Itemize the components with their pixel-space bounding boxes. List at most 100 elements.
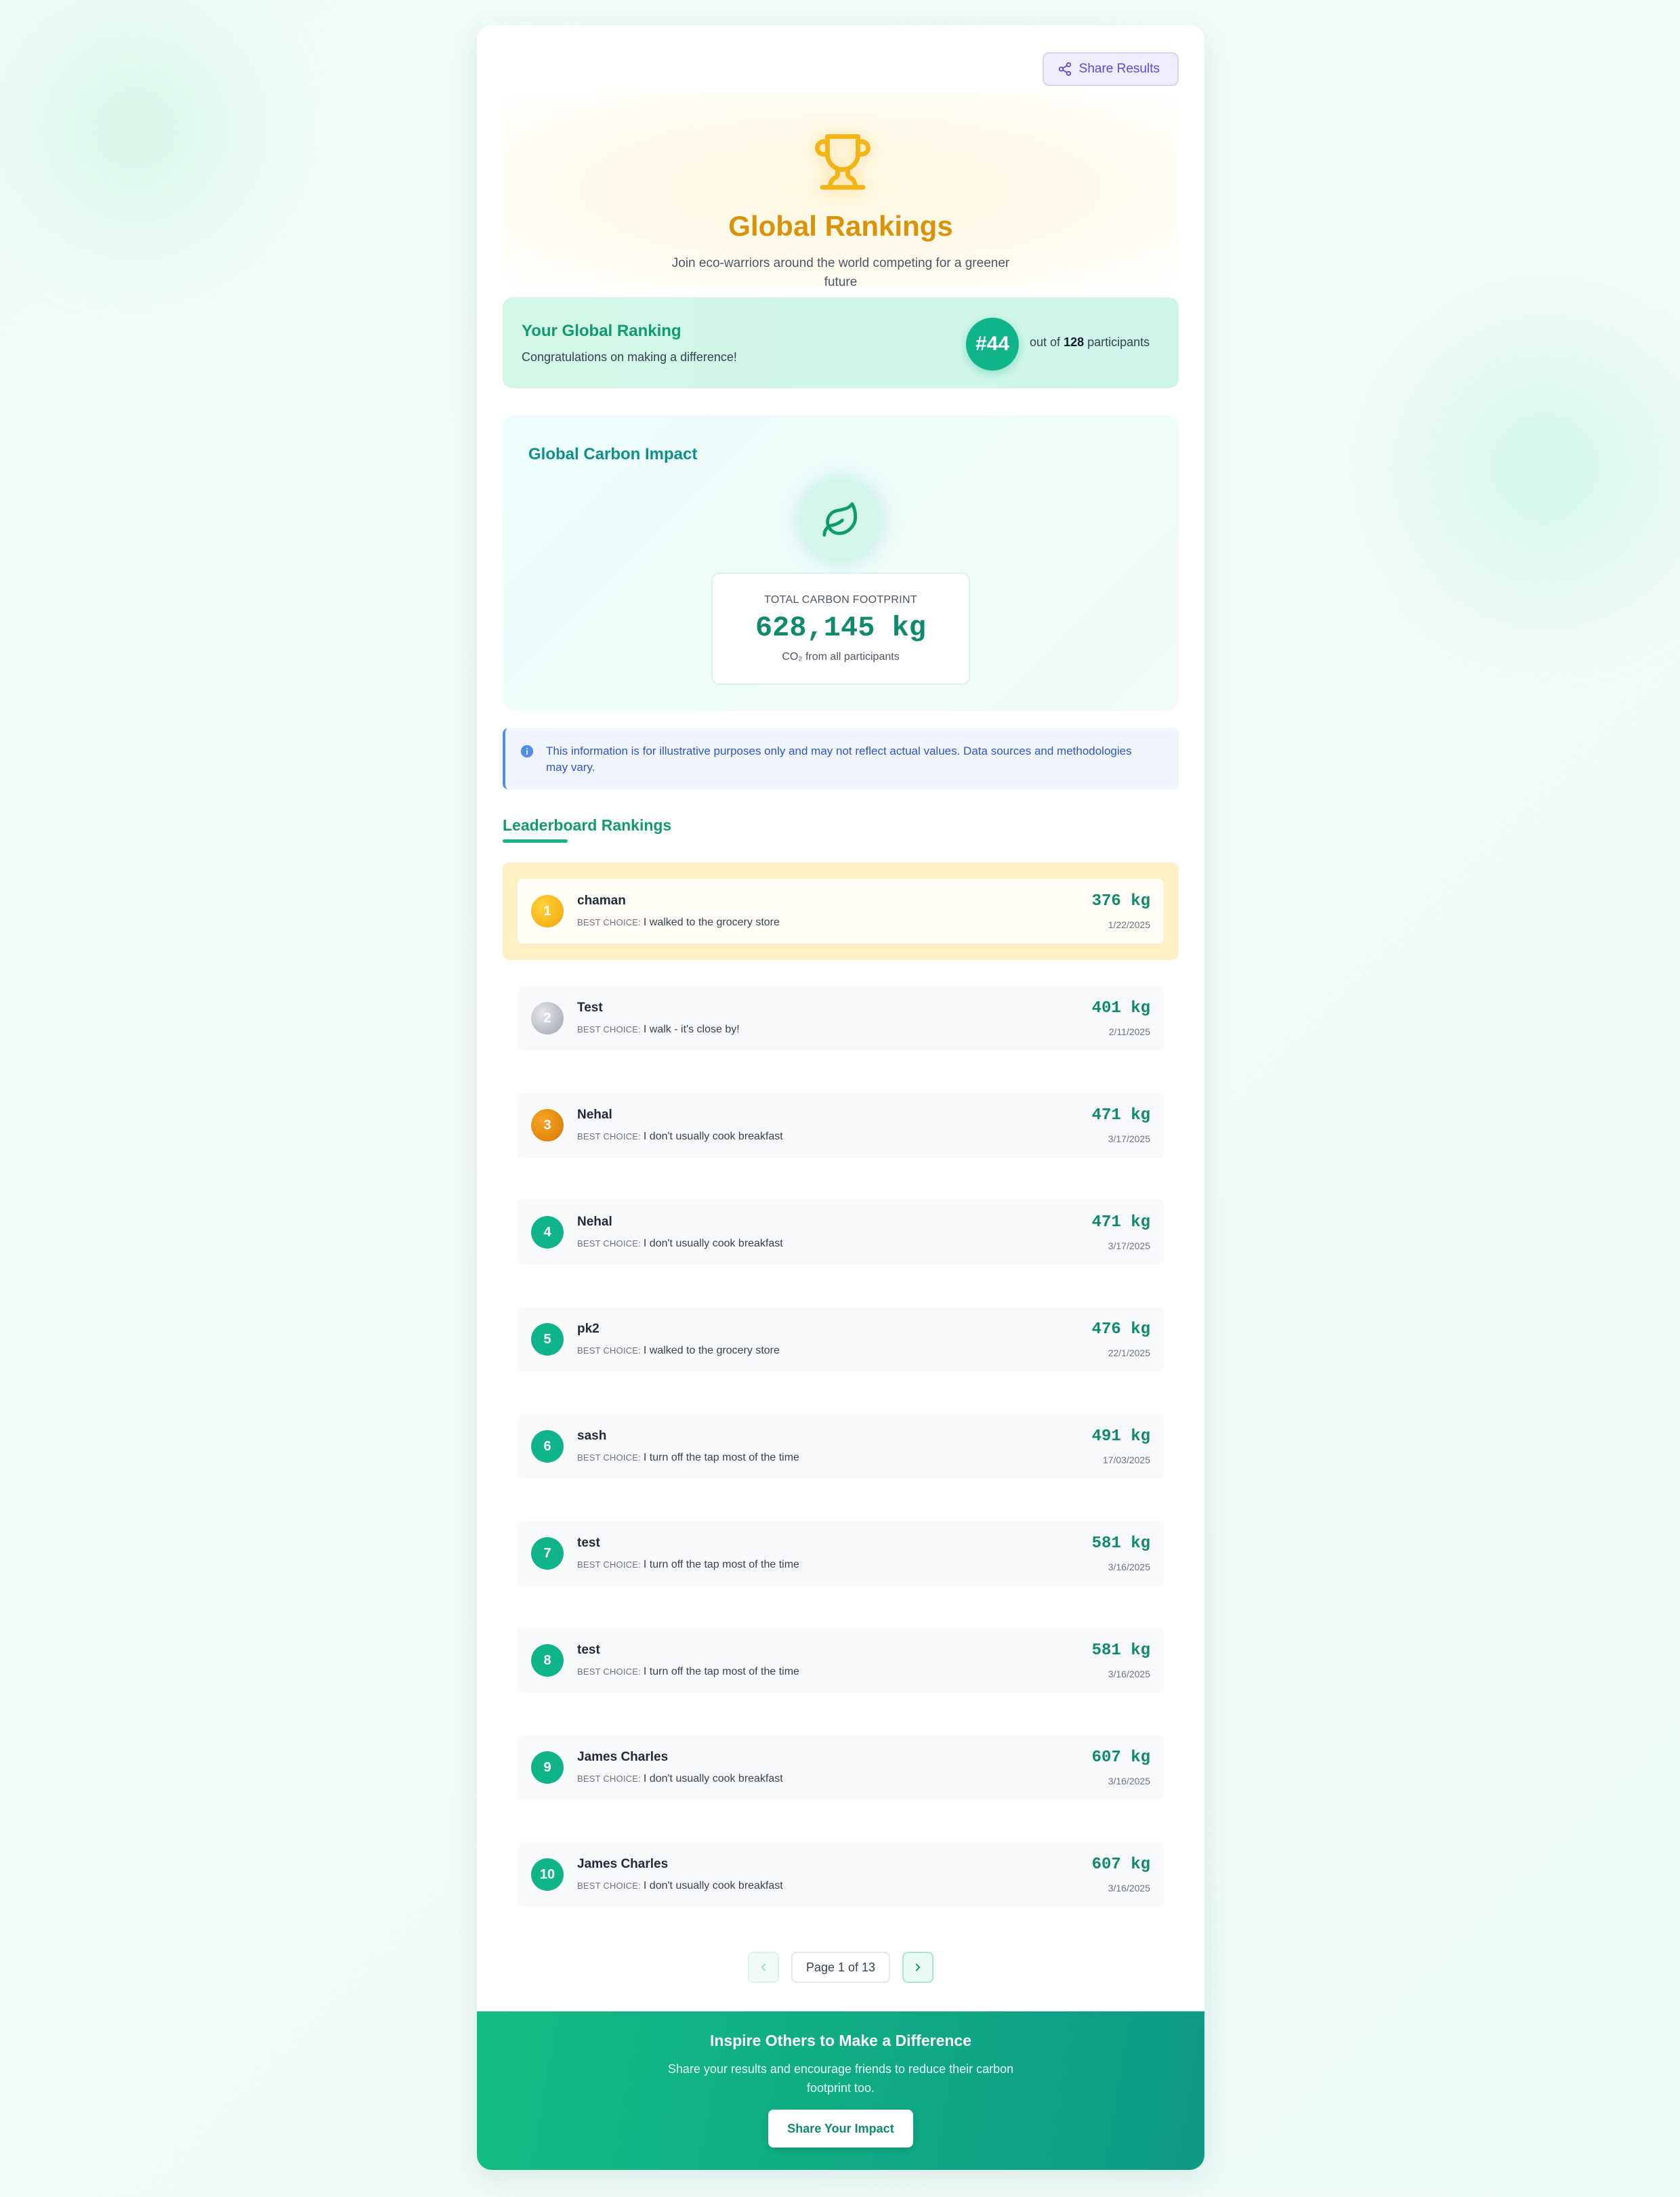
share-results-button[interactable]: Share Results xyxy=(1042,52,1179,86)
participant-name: chaman xyxy=(577,894,626,908)
leaderboard-entry[interactable]: 2 Test BEST CHOICE: I walk - it's close by!… xyxy=(518,986,1164,1051)
chevron-left-icon xyxy=(761,1963,766,1971)
best-choice: BEST CHOICE: I walked to the grocery stor… xyxy=(577,917,780,929)
entry-date: 17/03/2025 xyxy=(1102,1455,1150,1465)
best-choice-text: I turn off the tap most of the time xyxy=(643,1559,799,1570)
leaderboard-row: 7 test BEST CHOICE: I turn off the tap most… xyxy=(503,1505,1179,1602)
leaderboard-entry[interactable]: 10 James Charles BEST CHOICE: I don't usual… xyxy=(518,1842,1164,1907)
info-icon xyxy=(520,745,534,758)
participant-name: test xyxy=(577,1536,600,1550)
best-choice-label: BEST CHOICE: xyxy=(577,1024,641,1034)
global-carbon-impact-panel: Global Carbon Impact TOTAL CARBON FOOTPR… xyxy=(503,415,1179,711)
total-footprint-label: TOTAL CARBON FOOTPRINT xyxy=(764,594,917,606)
page-subtitle: Join eco-warriors around the world compe… xyxy=(671,256,1010,289)
best-choice-text: I turn off the tap most of the time xyxy=(643,1666,799,1677)
footer-subtitle: Share your results and encourage friends… xyxy=(667,2062,1014,2095)
participant-name: test xyxy=(577,1643,600,1657)
entry-date: 3/17/2025 xyxy=(1108,1133,1150,1144)
leaderboard-entry[interactable]: 9 James Charles BEST CHOICE: I don't usuall… xyxy=(518,1735,1164,1800)
leaderboard-entry[interactable]: 4 Nehal BEST CHOICE: I don't usually cook b… xyxy=(518,1200,1164,1265)
participant-name: pk2 xyxy=(577,1322,600,1336)
trophy-icon xyxy=(812,128,873,196)
rank-number: 9 xyxy=(531,1751,564,1784)
leaderboard-row: 9 James Charles BEST CHOICE: I don't usuall… xyxy=(503,1719,1179,1816)
entry-date: 3/16/2025 xyxy=(1108,1776,1150,1786)
best-choice-label: BEST CHOICE: xyxy=(577,1560,641,1570)
participant-name: Test xyxy=(577,1001,603,1015)
best-choice-text: I walk - it's close by! xyxy=(643,1024,740,1035)
best-choice-text: I don't usually cook breakfast xyxy=(643,1773,783,1784)
carbon-value: 581 kg xyxy=(1091,1534,1150,1553)
background-blob xyxy=(0,0,298,271)
leaderboard-entry[interactable]: 7 test BEST CHOICE: I turn off the tap most… xyxy=(518,1521,1164,1586)
carbon-value: 581 kg xyxy=(1091,1641,1150,1660)
leaderboard-title-underline xyxy=(503,839,568,843)
carbon-value: 376 kg xyxy=(1091,892,1150,911)
leaderboard-entry[interactable]: 6 sash BEST CHOICE: I turn off the tap most… xyxy=(518,1414,1164,1479)
impact-title: Global Carbon Impact xyxy=(528,445,698,463)
best-choice: BEST CHOICE: I don't usually cook breakfa… xyxy=(577,1238,783,1250)
share-results-label: Share Results xyxy=(1078,62,1160,76)
your-ranking-title: Your Global Ranking xyxy=(522,322,681,340)
best-choice-label: BEST CHOICE: xyxy=(577,1881,641,1891)
rank-number: 4 xyxy=(531,1216,564,1249)
participant-count: out of 128 participants xyxy=(1030,335,1150,350)
best-choice: BEST CHOICE: I walked to the grocery stor… xyxy=(577,1345,780,1357)
leaderboard-entry[interactable]: 5 pk2 BEST CHOICE: I walked to the grocery … xyxy=(518,1307,1164,1372)
total-footprint-note: CO₂ from all participants xyxy=(782,651,900,663)
leaderboard-entry[interactable]: 8 test BEST CHOICE: I turn off the tap most… xyxy=(518,1628,1164,1693)
carbon-value: 471 kg xyxy=(1091,1213,1150,1232)
best-choice-label: BEST CHOICE: xyxy=(577,1345,641,1356)
carbon-value: 476 kg xyxy=(1091,1320,1150,1339)
your-ranking-panel: Your Global Ranking Congratulations on m… xyxy=(503,297,1179,388)
participant-name: Nehal xyxy=(577,1108,612,1122)
leaderboard-row: 4 Nehal BEST CHOICE: I don't usually cook b… xyxy=(503,1184,1179,1281)
previous-page-button[interactable] xyxy=(748,1952,779,1983)
entry-date: 3/16/2025 xyxy=(1108,1562,1150,1572)
leaderboard-entry[interactable]: 3 Nehal BEST CHOICE: I don't usually cook b… xyxy=(518,1093,1164,1158)
leaderboard-entry[interactable]: 1 chaman BEST CHOICE: I walked to the groce… xyxy=(518,879,1164,944)
disclaimer-notice: This information is for illustrative pur… xyxy=(503,728,1179,789)
participant-name: James Charles xyxy=(577,1857,669,1871)
total-footprint-card: TOTAL CARBON FOOTPRINT 628,145 kg CO₂ fr… xyxy=(711,572,970,685)
best-choice: BEST CHOICE: I don't usually cook breakfa… xyxy=(577,1131,783,1143)
next-page-button[interactable] xyxy=(902,1952,933,1983)
carbon-value: 607 kg xyxy=(1091,1856,1150,1874)
total-participants: 128 xyxy=(1064,335,1085,349)
rank-number: 5 xyxy=(531,1323,564,1356)
leaderboard-row: 8 test BEST CHOICE: I turn off the tap most… xyxy=(503,1612,1179,1709)
footer-title: Inspire Others to Make a Difference xyxy=(709,2032,971,2049)
leaf-icon xyxy=(801,480,881,560)
best-choice-label: BEST CHOICE: xyxy=(577,1774,641,1784)
page-title: Global Rankings xyxy=(728,210,953,242)
leaderboard-row: 3 Nehal BEST CHOICE: I don't usually cook b… xyxy=(503,1076,1179,1174)
rank-number: 2 xyxy=(531,1002,564,1034)
rank-number: 3 xyxy=(531,1109,564,1142)
best-choice-label: BEST CHOICE: xyxy=(577,1452,641,1463)
best-choice: BEST CHOICE: I turn off the tap most of t… xyxy=(577,1666,799,1678)
carbon-value: 471 kg xyxy=(1091,1106,1150,1125)
best-choice-label: BEST CHOICE: xyxy=(577,1667,641,1677)
share-impact-footer: Inspire Others to Make a Difference Shar… xyxy=(477,2011,1204,2170)
carbon-value: 607 kg xyxy=(1091,1749,1150,1767)
best-choice-text: I turn off the tap most of the time xyxy=(643,1452,799,1463)
best-choice: BEST CHOICE: I turn off the tap most of t… xyxy=(577,1559,799,1571)
best-choice-text: I walked to the grocery store xyxy=(643,917,780,928)
best-choice-text: I don't usually cook breakfast xyxy=(643,1238,783,1249)
best-choice-label: BEST CHOICE: xyxy=(577,1238,641,1249)
total-footprint-value: 628,145 kg xyxy=(755,612,927,644)
best-choice: BEST CHOICE: I walk - it's close by! xyxy=(577,1024,740,1036)
your-ranking-subtitle: Congratulations on making a difference! xyxy=(522,350,737,364)
rank-number: 6 xyxy=(531,1430,564,1463)
rank-number: 7 xyxy=(531,1537,564,1570)
entry-date: 1/22/2025 xyxy=(1108,919,1150,930)
out-of-prefix: out of xyxy=(1030,335,1061,349)
rankings-card: Share Results Global Rankings Join eco-w… xyxy=(477,25,1204,2170)
entry-date: 22/1/2025 xyxy=(1108,1347,1150,1358)
best-choice: BEST CHOICE: I turn off the tap most of t… xyxy=(577,1452,799,1464)
page-indicator: Page 1 of 13 xyxy=(791,1952,890,1983)
share-your-impact-button[interactable]: Share Your Impact xyxy=(768,2110,913,2148)
leaderboard-title: Leaderboard Rankings xyxy=(503,816,672,834)
best-choice-label: BEST CHOICE: xyxy=(577,917,641,927)
leaderboard-row: 5 pk2 BEST CHOICE: I walked to the grocery … xyxy=(503,1291,1179,1388)
